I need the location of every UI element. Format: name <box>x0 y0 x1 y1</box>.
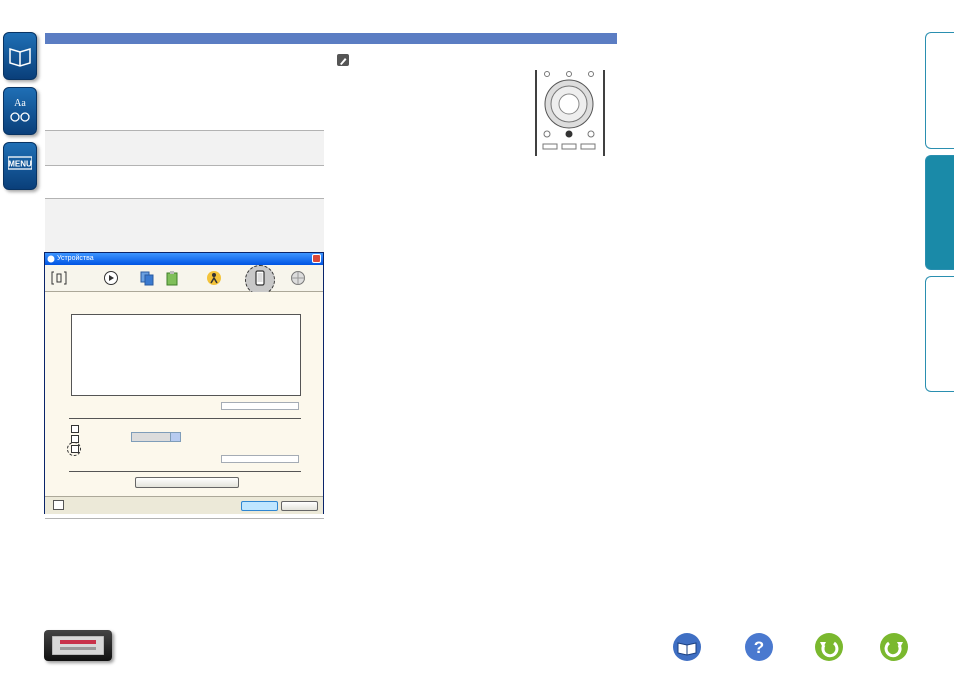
help-icon: ? <box>754 638 764 657</box>
dialog-title: Устройства <box>57 255 94 262</box>
forward-button[interactable] <box>880 633 908 661</box>
contents-button[interactable] <box>673 633 701 661</box>
right-tab-1[interactable] <box>925 32 954 149</box>
devices-dialog: Устройства <box>44 252 324 514</box>
right-tab-2-active[interactable] <box>925 155 954 270</box>
play-icon[interactable] <box>103 270 119 286</box>
table-row <box>45 130 324 165</box>
text-field[interactable] <box>221 455 299 463</box>
back-button[interactable] <box>815 633 843 661</box>
device-bracket-icon[interactable] <box>51 270 67 286</box>
clipboard-icon[interactable] <box>164 270 180 286</box>
book-icon <box>677 642 697 656</box>
forward-icon <box>884 641 903 658</box>
dialog-body <box>45 292 323 496</box>
menu-icon: MENU <box>8 156 32 170</box>
help-button[interactable]: ? <box>745 633 773 661</box>
table-divider <box>45 165 324 166</box>
device-home-button[interactable] <box>44 630 112 661</box>
ok-button[interactable] <box>241 501 278 511</box>
table-divider <box>45 518 324 519</box>
section-header-bar <box>45 33 617 44</box>
table-row <box>45 198 324 252</box>
dropdown-select[interactable] <box>131 432 181 442</box>
copy-icon[interactable] <box>139 270 155 286</box>
chevron-down-icon <box>170 433 180 441</box>
menu-label: MENU <box>8 160 32 169</box>
dialog-toolbar <box>45 265 323 295</box>
table-divider <box>45 198 324 199</box>
back-icon <box>820 641 839 658</box>
contents-nav-button[interactable] <box>3 32 37 80</box>
right-tab-3[interactable] <box>925 276 954 392</box>
device-icon <box>52 636 104 655</box>
remote-control-image <box>533 70 607 156</box>
footer-checkbox[interactable] <box>53 500 64 510</box>
dialog-titlebar: Устройства <box>45 253 323 265</box>
separator <box>69 471 301 472</box>
glossary-icon: Aa <box>10 98 30 122</box>
app-icon <box>47 255 55 263</box>
book-icon <box>9 47 31 67</box>
checkbox[interactable] <box>71 445 79 453</box>
device-listbox[interactable] <box>71 314 301 396</box>
action-button[interactable] <box>135 477 239 488</box>
text-field[interactable] <box>221 402 299 410</box>
glossary-label: Aa <box>14 98 26 109</box>
checkbox[interactable] <box>71 425 79 433</box>
table-divider <box>45 130 324 131</box>
separator <box>69 418 301 419</box>
glossary-nav-button[interactable]: Aa <box>3 87 37 135</box>
dialog-footer <box>45 496 323 514</box>
note-pencil-icon <box>337 54 349 66</box>
close-button[interactable] <box>312 254 321 263</box>
cancel-button[interactable] <box>281 501 318 511</box>
menu-nav-button[interactable]: MENU <box>3 142 37 190</box>
help-glyph: ? <box>754 638 764 657</box>
phone-icon[interactable] <box>252 270 268 286</box>
person-icon[interactable] <box>206 270 222 286</box>
globe-icon[interactable] <box>290 270 306 286</box>
